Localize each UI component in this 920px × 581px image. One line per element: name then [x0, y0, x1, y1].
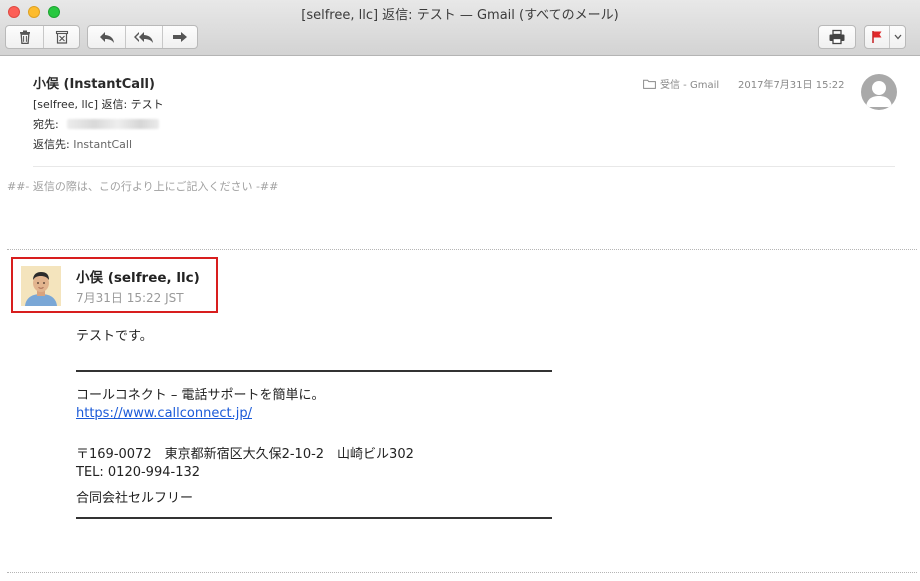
reply-to-value[interactable]: InstantCall [73, 138, 132, 151]
subject: [selfree, llc] 返信: テスト [33, 98, 164, 111]
reply-all-icon [134, 32, 153, 43]
to-label: 宛先: [33, 118, 59, 131]
forward-button[interactable] [162, 26, 197, 48]
redacted-recipient [66, 119, 159, 129]
mailbox-label: 受信 - Gmail [660, 80, 720, 91]
reply-all-button[interactable] [125, 26, 162, 48]
reply-to-row: 返信先: InstantCall [33, 136, 132, 152]
message-greeting: テストです。 [76, 329, 153, 344]
flag-menu[interactable] [864, 25, 906, 49]
delete-button[interactable] [6, 26, 43, 48]
flag-icon [872, 31, 882, 43]
window-chrome: [selfree, llc] 返信: テスト — Gmail (すべてのメール) [0, 0, 920, 56]
signature-rule-bottom [76, 517, 552, 519]
chevron-down-icon [894, 34, 901, 40]
reply-button[interactable] [88, 26, 125, 48]
reply-marker: ##- 返信の際は、この行より上にご記入ください -## [7, 180, 279, 193]
sender-avatar [861, 74, 897, 110]
message-date: 2017年7月31日 15:22 [738, 80, 845, 91]
trash-icon [19, 30, 30, 45]
window-title: [selfree, llc] 返信: テスト — Gmail (すべてのメール) [301, 8, 619, 23]
signature-tagline: コールコネクト – 電話サポートを簡単に。 [76, 388, 325, 403]
folder-icon [643, 79, 656, 89]
flag-dropdown[interactable] [889, 26, 905, 48]
reply-to-label: 返信先: [33, 138, 70, 151]
header-divider [33, 166, 895, 167]
delete-archive-group [5, 25, 80, 49]
print-button[interactable] [818, 25, 856, 49]
reply-group [87, 25, 198, 49]
signature-address: 〒169-0072 東京都新宿区大久保2-10-2 山崎ビル302 [76, 447, 414, 462]
sender-name[interactable]: 小俣 (InstantCall) [33, 73, 155, 92]
signature-company: 合同会社セルフリー [76, 491, 194, 506]
to-row: 宛先: [33, 116, 159, 132]
signature-link[interactable]: https://www.callconnect.jp/ [76, 406, 252, 421]
reply-icon [99, 32, 114, 43]
signature-tel: TEL: 0120-994-132 [76, 465, 201, 480]
print-icon [829, 29, 845, 45]
mailbox-indicator[interactable]: 受信 - Gmail [643, 76, 719, 91]
message-divider-top [7, 249, 917, 250]
person-icon [866, 81, 892, 107]
junk-button[interactable] [43, 26, 79, 48]
flag-button[interactable] [865, 26, 889, 48]
author-photo [21, 266, 61, 306]
signature-rule-top [76, 370, 552, 372]
author-date: 7月31日 15:22 JST [76, 291, 184, 305]
author-name: 小俣 (selfree, llc) [76, 270, 200, 286]
message-divider-bottom [7, 572, 917, 573]
junk-icon [55, 30, 68, 44]
forward-icon [173, 32, 187, 42]
author-portrait [21, 266, 61, 306]
